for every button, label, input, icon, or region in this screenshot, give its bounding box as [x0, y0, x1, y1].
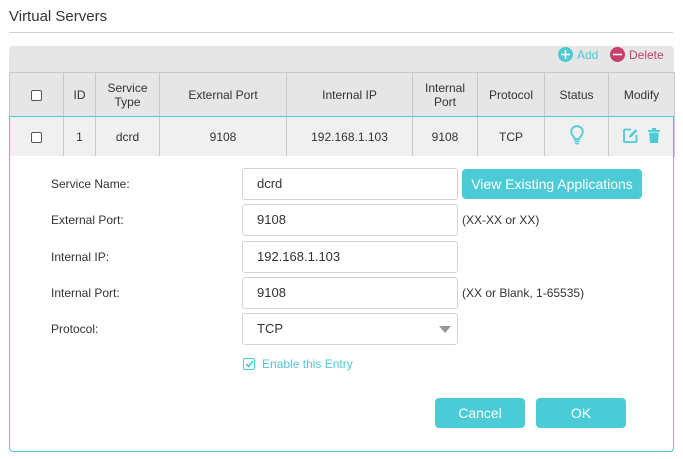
internal-port-input[interactable]: 9108 — [242, 277, 458, 309]
edit-icon[interactable] — [623, 128, 638, 146]
table-row: 1 dcrd 9108 192.168.1.103 9108 TCP — [9, 116, 675, 157]
select-all-cell — [9, 72, 64, 117]
dropdown-arrow-icon — [439, 326, 451, 333]
protocol-selected-value: TCP — [257, 321, 283, 336]
internal-port-hint: (XX or Blank, 1-65535) — [462, 286, 585, 300]
add-button[interactable]: Add — [558, 47, 598, 62]
row-internal-ip: 192.168.1.103 — [286, 116, 413, 157]
cancel-button[interactable]: Cancel — [435, 398, 525, 428]
row-protocol: TCP — [477, 116, 545, 157]
trash-icon[interactable] — [647, 127, 660, 146]
select-all-checkbox[interactable] — [31, 89, 42, 101]
internal-ip-input[interactable]: 192.168.1.103 — [242, 241, 458, 273]
lightbulb-icon[interactable] — [569, 125, 584, 148]
external-port-label: External Port: — [51, 213, 124, 227]
col-header-external-port: External Port — [159, 72, 287, 117]
col-header-status: Status — [544, 72, 609, 117]
col-header-modify: Modify — [608, 72, 675, 117]
col-header-id: ID — [63, 72, 96, 117]
enable-entry-label: Enable this Entry — [262, 357, 353, 371]
internal-port-label: Internal Port: — [51, 286, 120, 300]
title-divider — [9, 32, 673, 33]
col-header-internal-ip: Internal IP — [286, 72, 413, 117]
ok-button[interactable]: OK — [536, 398, 626, 428]
row-id: 1 — [63, 116, 96, 157]
protocol-select[interactable]: TCP — [242, 313, 458, 345]
protocol-label: Protocol: — [51, 322, 99, 336]
row-modify — [608, 116, 675, 157]
col-header-protocol: Protocol — [477, 72, 545, 117]
delete-button[interactable]: Delete — [610, 47, 664, 62]
view-existing-applications-button[interactable]: View Existing Applications — [462, 169, 642, 199]
add-label: Add — [577, 47, 599, 62]
row-external-port: 9108 — [159, 116, 287, 157]
table-header-row: ID Service Type External Port Internal I… — [9, 72, 675, 117]
col-header-internal-port: Internal Port — [412, 72, 478, 117]
enable-entry-checkbox[interactable]: Enable this Entry — [243, 357, 353, 371]
plus-circle-icon — [558, 47, 573, 62]
delete-label: Delete — [629, 47, 664, 62]
virtual-servers-table: ID Service Type External Port Internal I… — [9, 72, 675, 157]
service-name-input[interactable]: dcrd — [242, 168, 458, 200]
page-title: Virtual Servers — [9, 8, 108, 25]
col-header-service-type: Service Type — [95, 72, 160, 117]
row-status — [544, 116, 609, 157]
row-checkbox[interactable] — [31, 131, 42, 143]
checkmark-icon — [243, 358, 255, 370]
minus-circle-icon — [610, 47, 625, 62]
row-internal-port: 9108 — [412, 116, 478, 157]
external-port-input[interactable]: 9108 — [242, 204, 458, 236]
service-name-label: Service Name: — [51, 177, 130, 191]
external-port-hint: (XX-XX or XX) — [462, 213, 540, 227]
row-select-cell — [9, 116, 64, 157]
row-service-type: dcrd — [95, 116, 160, 157]
internal-ip-label: Internal IP: — [51, 250, 110, 264]
